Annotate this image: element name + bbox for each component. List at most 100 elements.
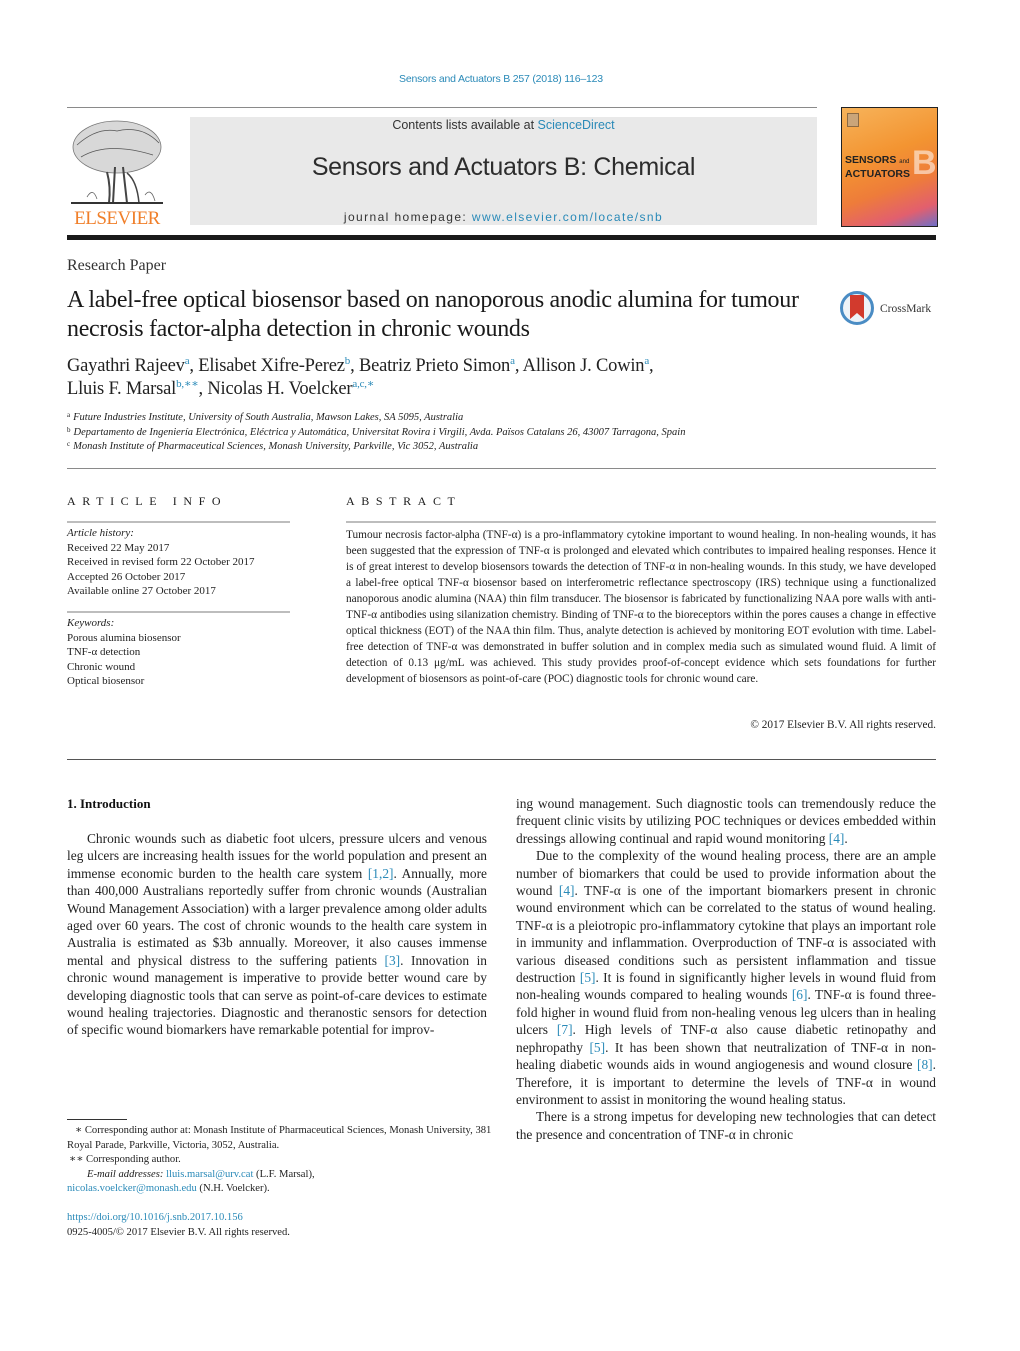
footnotes: ∗ Corresponding author at: Monash Instit… — [67, 1124, 492, 1197]
body-text: There is a strong impetus for developing… — [516, 1109, 936, 1142]
keyword-item: TNF-α detection — [67, 646, 141, 658]
header-thick-divider — [67, 235, 936, 240]
history-item: Available online 27 October 2017 — [67, 585, 216, 597]
citation-link[interactable]: [5] — [589, 1040, 605, 1055]
affiliation-item: a Future Industries Institute, University… — [67, 411, 927, 426]
author-name[interactable]: Beatriz Prieto Simon — [359, 356, 510, 376]
homepage-line: journal homepage: www.elsevier.com/locat… — [190, 210, 817, 224]
cover-title: SENSORS and ACTUATORS — [845, 154, 910, 180]
author[interactable]: Allison J. Cowina — [523, 356, 650, 377]
footnote-corresponding-1: ∗ Corresponding author at: Monash Instit… — [67, 1125, 492, 1151]
body-paragraph: ing wound management. Such diagnostic to… — [516, 795, 936, 847]
affiliation-text: Future Industries Institute, University … — [73, 412, 464, 423]
elsevier-wordmark: ELSEVIER — [74, 208, 160, 229]
author-separator: , — [350, 356, 359, 376]
footnote-divider — [67, 1119, 127, 1120]
contents-prefix: Contents lists available at — [392, 118, 538, 132]
cover-title-line1: SENSORS — [845, 154, 897, 166]
author-list: Gayathri Rajeeva, Elisabet Xifre-Perezb,… — [67, 355, 827, 401]
body-divider — [67, 759, 936, 760]
crossmark-button[interactable]: CrossMark — [840, 291, 940, 329]
abstract-text: Tumour necrosis factor-alpha (TNF-α) is … — [346, 529, 936, 685]
author[interactable]: Nicolas H. Voelckera,c,∗ — [207, 378, 374, 400]
keyword-item: Chronic wound — [67, 660, 136, 673]
affiliation-mark: c — [67, 440, 71, 449]
keywords: Keywords: Porous alumina biosensor TNF-α… — [67, 616, 297, 689]
body-paragraph: Due to the complexity of the wound heali… — [516, 847, 936, 1108]
author-name[interactable]: Gayathri Rajeev — [67, 356, 185, 376]
body-column-left: Chronic wounds such as diabetic foot ulc… — [67, 830, 487, 1039]
author-name[interactable]: Allison J. Cowin — [523, 356, 645, 376]
author[interactable]: Gayathri Rajeeva — [67, 356, 190, 377]
author[interactable]: Elisabet Xifre-Perezb — [198, 356, 350, 377]
article-info-heading: ARTICLE INFO — [67, 494, 228, 508]
author-name[interactable]: Lluis F. Marsal — [67, 379, 176, 399]
journal-cover-image[interactable]: SENSORS and ACTUATORS B — [841, 107, 938, 227]
author-name[interactable]: Elisabet Xifre-Perez — [198, 356, 345, 376]
author[interactable]: Lluis F. Marsalb,∗∗ — [67, 378, 199, 400]
history-item: Received 22 May 2017 — [67, 541, 170, 554]
article-info-divider — [67, 521, 290, 523]
citation-link[interactable]: [7] — [557, 1022, 573, 1037]
footnote-corresponding-2: ∗∗ Corresponding author. — [69, 1154, 181, 1165]
cover-publisher-mark-icon — [847, 113, 859, 127]
title-divider — [67, 468, 936, 469]
affiliation-text: Departamento de Ingeniería Electrónica, … — [73, 426, 686, 438]
issn-copyright: 0925-4005/© 2017 Elsevier B.V. All right… — [67, 1226, 290, 1238]
citation-link[interactable]: [3] — [384, 953, 400, 968]
contents-line: Contents lists available at ScienceDirec… — [190, 118, 817, 132]
journal-citation-link[interactable]: Sensors and Actuators B 257 (2018) 116–1… — [0, 73, 1002, 85]
body-paragraph: There is a strong impetus for developing… — [516, 1108, 936, 1143]
abstract-divider — [346, 521, 936, 523]
affiliation-mark: a — [67, 411, 71, 419]
journal-title: Sensors and Actuators B: Chemical — [311, 153, 696, 181]
homepage-prefix: journal homepage: — [343, 210, 472, 224]
cover-title-line2: ACTUATORS — [845, 168, 910, 180]
doi-link[interactable]: https://doi.org/10.1016/j.snb.2017.10.15… — [67, 1211, 290, 1226]
journal-homepage-link[interactable]: www.elsevier.com/locate/snb — [472, 210, 663, 224]
history-label: Article history: — [67, 527, 134, 539]
cover-letter: B — [912, 144, 937, 182]
journal-banner: Contents lists available at ScienceDirec… — [190, 117, 817, 225]
keyword-item: Optical biosensor — [67, 675, 145, 687]
paper-title: A label-free optical biosensor based on … — [67, 287, 799, 342]
cover-title-and: and — [899, 159, 910, 165]
citation-link[interactable]: [5] — [580, 970, 596, 985]
body-text: . — [844, 830, 848, 846]
citation-link[interactable]: [4] — [829, 831, 845, 846]
citation-link[interactable]: [6] — [792, 987, 808, 1002]
author[interactable]: Beatriz Prieto Simona — [359, 356, 515, 377]
article-history: Article history: Received 22 May 2017 Re… — [67, 526, 297, 599]
elsevier-logo[interactable]: ELSEVIER — [67, 117, 167, 229]
author-affiliation-link[interactable]: a,c,∗ — [352, 378, 374, 390]
sciencedirect-link[interactable]: ScienceDirect — [538, 118, 615, 132]
citation-link[interactable]: [4] — [559, 883, 575, 898]
footnote-emails: E-mail addresses: lluis.marsal@urv.cat (… — [67, 1168, 492, 1197]
keywords-divider — [67, 611, 290, 613]
affiliation-item: c Monash Institute of Pharmaceutical Scie… — [67, 440, 927, 455]
body-text: ing wound management. Such diagnostic to… — [516, 796, 936, 846]
elsevier-tree-icon — [71, 120, 163, 204]
email-link-marsal[interactable]: lluis.marsal@urv.cat — [166, 1169, 253, 1180]
email-link-voelcker[interactable]: nicolas.voelcker@monash.edu — [67, 1183, 197, 1194]
author-separator: , — [514, 356, 523, 376]
keywords-label: Keywords: — [67, 617, 115, 629]
citation-link[interactable]: [8] — [917, 1057, 933, 1072]
crossmark-label: CrossMark — [880, 303, 932, 315]
author-affiliation-link[interactable]: b,∗∗ — [176, 378, 199, 390]
history-item: Accepted 26 October 2017 — [67, 570, 186, 583]
body-paragraph: Chronic wounds such as diabetic foot ulc… — [67, 830, 487, 1039]
author-name[interactable]: Nicolas H. Voelcker — [207, 379, 352, 399]
section-heading-introduction: 1. Introduction — [67, 796, 151, 811]
history-item: Received in revised form 22 October 2017 — [67, 556, 255, 568]
header-divider — [67, 107, 817, 108]
affiliation-mark: b — [67, 425, 71, 434]
citation-link[interactable]: [1,2] — [368, 866, 394, 881]
doi-block: https://doi.org/10.1016/j.snb.2017.10.15… — [67, 1211, 290, 1240]
abstract-copyright: © 2017 Elsevier B.V. All rights reserved… — [750, 719, 936, 731]
affiliation-list: a Future Industries Institute, University… — [67, 411, 927, 455]
body-column-right: ing wound management. Such diagnostic to… — [516, 795, 936, 1143]
article-type: Research Paper — [67, 257, 167, 274]
abstract-heading: ABSTRACT — [346, 494, 462, 508]
author-separator: , — [649, 356, 654, 376]
